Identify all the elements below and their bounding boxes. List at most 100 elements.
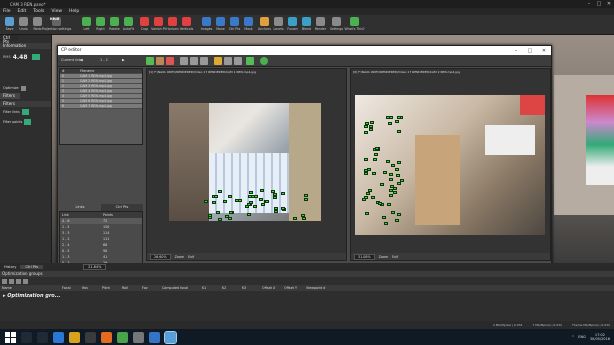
auto-detect-icon[interactable] [146, 57, 154, 65]
toolbar-button-5[interactable]: Right [94, 16, 107, 33]
right-exif-label[interactable]: Exif [392, 255, 398, 259]
opt-col-header[interactable]: Fov [140, 285, 160, 291]
left-zoom-button[interactable]: Zoom [175, 255, 185, 259]
control-point-marker[interactable] [370, 120, 375, 124]
menu-file[interactable]: File [3, 9, 11, 14]
toolbar-button-13[interactable]: Move [214, 16, 227, 33]
optimize-icon-dlg[interactable] [214, 57, 222, 65]
control-point-marker[interactable] [302, 217, 307, 221]
left-zoom-value[interactable]: 26.60% [150, 253, 171, 260]
select-all-icon[interactable] [224, 57, 232, 65]
refresh-group-icon[interactable] [23, 278, 28, 284]
opt-col-header[interactable]: K1 [200, 285, 220, 291]
opt-col-header[interactable]: Focal [60, 285, 80, 291]
toolbar-button-0[interactable]: Save [3, 16, 16, 33]
app-icon-3[interactable] [149, 331, 160, 343]
opt-col-header[interactable]: Offset X [260, 285, 282, 291]
opt-col-header[interactable]: Name [0, 285, 60, 291]
control-point-marker[interactable] [365, 192, 370, 196]
control-point-marker[interactable] [367, 167, 372, 171]
right-image-canvas[interactable] [355, 95, 545, 235]
control-point-marker[interactable] [389, 194, 394, 198]
opt-col-header[interactable]: Viewpoint d [304, 285, 330, 291]
control-point-marker[interactable] [384, 222, 389, 226]
toolbar-button-10[interactable]: Horizon [166, 16, 179, 33]
dialog-maximize-button[interactable]: □ [523, 48, 537, 54]
control-point-marker[interactable] [259, 188, 264, 192]
toolbar-button-3[interactable]: Projection settings Kfull [42, 16, 71, 33]
control-point-marker[interactable] [218, 189, 223, 193]
left-exif-label[interactable]: Exif [188, 255, 194, 259]
control-point-marker[interactable] [388, 115, 393, 119]
toolbar-button-8[interactable]: Crop [138, 16, 151, 33]
control-point-marker[interactable] [386, 159, 391, 163]
control-point-marker[interactable] [213, 194, 218, 198]
toolbar-button-12[interactable]: Images [200, 16, 213, 33]
control-point-marker[interactable] [364, 172, 369, 176]
control-point-marker[interactable] [370, 195, 375, 199]
filter-links-icon[interactable] [21, 109, 29, 115]
image-file-list[interactable]: # Filename 0 CAM 1 REN.mp4.jpg 1 CAM 2 REN.… [59, 68, 143, 145]
tab-ctrl-pts-bottom[interactable]: Ctrl Pts [21, 265, 44, 269]
control-point-marker[interactable] [293, 217, 298, 221]
tab-filters[interactable]: Filters [0, 93, 20, 99]
toolbar-button-20[interactable]: Render [314, 16, 327, 33]
control-point-marker[interactable] [265, 200, 270, 204]
toolbar-button-7[interactable]: AutoFit [122, 16, 135, 33]
control-point-marker[interactable] [389, 178, 394, 182]
control-point-marker[interactable] [373, 157, 378, 161]
control-point-marker[interactable] [365, 122, 370, 126]
control-point-marker[interactable] [304, 197, 309, 201]
control-point-marker[interactable] [281, 207, 286, 211]
menu-view[interactable]: View [51, 9, 62, 14]
control-point-marker[interactable] [380, 183, 385, 187]
control-point-marker[interactable] [392, 190, 397, 194]
control-point-marker[interactable] [248, 190, 253, 194]
control-point-marker[interactable] [363, 131, 368, 135]
app-icon-1[interactable] [117, 331, 128, 343]
tray-chevron-icon[interactable]: ^ [571, 335, 574, 339]
control-point-marker[interactable] [280, 191, 285, 195]
dialog-close-button[interactable]: ✕ [537, 48, 551, 54]
control-point-marker[interactable] [272, 196, 277, 200]
control-point-marker[interactable] [395, 173, 400, 177]
control-point-marker[interactable] [377, 201, 382, 205]
prev-link-icon[interactable]: ◀ [80, 58, 83, 62]
app-icon-2[interactable] [133, 331, 144, 343]
opt-col-header[interactable]: Pitch [100, 285, 120, 291]
optimize-icon[interactable] [20, 85, 26, 91]
cpfind-icon[interactable] [200, 57, 208, 65]
control-point-marker[interactable] [395, 167, 400, 171]
menu-edit[interactable]: Edit [18, 9, 27, 14]
opt-col-header[interactable]: Roll [120, 285, 140, 291]
filter-points-icon[interactable] [24, 119, 32, 125]
toolbar-button-17[interactable]: Levels [272, 16, 285, 33]
control-point-marker[interactable] [391, 163, 395, 167]
right-zoom-button[interactable]: Zoom [379, 255, 389, 259]
optimization-group-row[interactable]: ▸ Optimization gro... [0, 293, 614, 299]
search-icon[interactable] [21, 331, 32, 343]
control-point-marker[interactable] [396, 160, 401, 164]
toolbar-button-11[interactable]: Verticals [180, 16, 193, 33]
control-point-marker[interactable] [228, 216, 233, 220]
control-point-marker[interactable] [389, 173, 394, 177]
edit-group-icon[interactable] [16, 278, 21, 284]
control-point-marker[interactable] [372, 172, 377, 176]
confirm-icon[interactable] [246, 57, 254, 65]
toolbar-button-14[interactable]: Ctrl Pts [228, 16, 241, 33]
control-point-marker[interactable] [304, 193, 309, 197]
control-point-marker[interactable] [260, 202, 265, 206]
close-button[interactable]: ✕ [604, 1, 614, 7]
toolbar-button-16[interactable]: Anchors [258, 16, 271, 33]
control-point-marker[interactable] [391, 211, 396, 215]
control-point-marker[interactable] [250, 195, 255, 199]
control-point-marker[interactable] [383, 171, 388, 175]
clear-points-icon[interactable] [166, 57, 174, 65]
control-point-marker[interactable] [396, 181, 401, 185]
control-point-marker[interactable] [392, 186, 397, 190]
toolbar-button-22[interactable]: What's This? [344, 16, 365, 33]
vlc-icon[interactable] [101, 331, 112, 343]
control-point-marker[interactable] [234, 198, 239, 202]
store-icon[interactable] [85, 331, 96, 343]
control-point-marker[interactable] [374, 153, 379, 157]
